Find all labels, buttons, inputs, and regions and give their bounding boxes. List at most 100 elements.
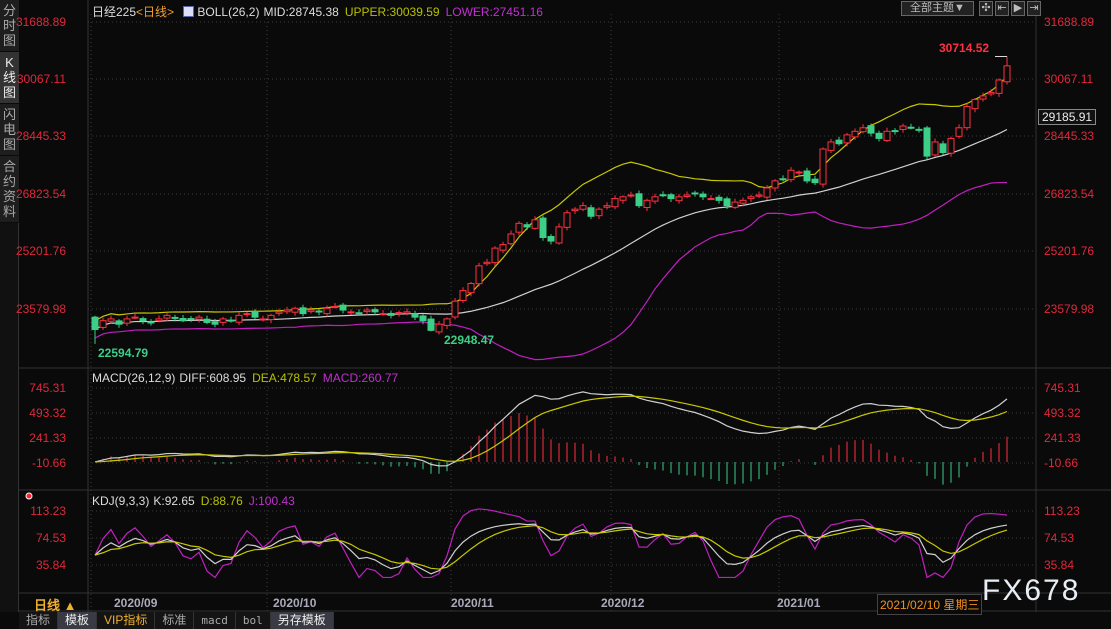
candle-body	[307, 309, 315, 313]
move-right-icon[interactable]: ⇥	[1027, 1, 1041, 16]
macd-diff: DIFF:608.95	[179, 371, 247, 385]
candle-body	[539, 217, 547, 239]
candle-body	[899, 125, 907, 130]
candle-body	[435, 323, 443, 333]
theme-select[interactable]: 全部主题▼	[901, 1, 974, 16]
y-tick: 30067.11	[16, 72, 66, 86]
candle-body	[715, 196, 723, 201]
candle-body	[947, 137, 955, 154]
candle-body	[515, 222, 523, 233]
panel-borders	[19, 0, 1111, 612]
y-tick: 26823.54	[15, 187, 66, 201]
candle-body	[195, 316, 203, 320]
candle-body	[315, 310, 323, 313]
chart-indicator-icon[interactable]	[183, 6, 195, 17]
y-tick-right: 493.32	[1044, 406, 1081, 420]
high-price-label: 30714.52	[939, 41, 990, 55]
candle-body	[323, 307, 331, 315]
zoom-range-icon[interactable]: ⇤	[995, 1, 1009, 16]
candle-body	[139, 318, 147, 322]
y-tick-right: 35.84	[1044, 558, 1075, 572]
candle-body	[883, 130, 891, 141]
candle-body	[763, 187, 771, 198]
y-tick: 241.33	[29, 431, 66, 445]
play-icon[interactable]: ▶	[1011, 1, 1025, 16]
period-label[interactable]: <日线>	[136, 5, 174, 19]
candle-body	[731, 201, 739, 208]
y-tick-right: 31688.89	[1044, 15, 1095, 29]
candle-body	[955, 127, 963, 137]
tab-save-template[interactable]: 另存模板	[270, 612, 334, 629]
candle-body	[747, 196, 755, 199]
candle-body	[995, 79, 1003, 94]
candle-body	[859, 127, 867, 133]
candle-body	[963, 106, 971, 129]
candle-body	[771, 180, 779, 189]
candle-body	[819, 148, 827, 185]
y-tick-right: 28445.33	[1044, 129, 1095, 143]
tab-bol[interactable]: bol	[235, 612, 271, 629]
y-tick-right: 26823.54	[1044, 187, 1095, 201]
y-tick: 745.31	[29, 381, 66, 395]
tab-template[interactable]: 模板	[58, 612, 98, 629]
candle-body	[803, 170, 811, 182]
y-tick-right: -10.66	[1044, 456, 1079, 470]
candle-body	[827, 141, 835, 151]
candle-body	[779, 178, 787, 181]
boll-title: BOLL(26,2)	[197, 5, 260, 19]
candle-body	[867, 125, 875, 134]
candle-body	[835, 139, 843, 145]
chart-canvas[interactable]	[0, 0, 1111, 629]
candle-body	[563, 212, 571, 228]
y-tick-right: 25201.76	[1044, 244, 1095, 258]
candle-body	[147, 321, 155, 324]
candle-body	[251, 311, 259, 318]
candle-body	[635, 193, 643, 207]
candle-body	[299, 307, 307, 315]
candle-body	[411, 313, 419, 318]
boll-mid: MID:28745.38	[263, 5, 339, 19]
candle-body	[627, 194, 635, 197]
crosshair-icon[interactable]: ✣	[979, 1, 993, 16]
candle-body	[723, 198, 731, 207]
candle-body	[155, 318, 163, 322]
candle-body	[875, 132, 883, 139]
candle-body	[507, 233, 515, 245]
grid	[88, 14, 1036, 612]
y-tick-right: 745.31	[1044, 381, 1081, 395]
tab-vip-indicator[interactable]: VIP指标	[97, 612, 156, 629]
candle-body	[707, 198, 715, 201]
low-price-label: 22948.47	[444, 333, 495, 347]
candle-body	[851, 130, 859, 138]
candle-body	[891, 130, 899, 133]
tab-standard[interactable]: 标准	[155, 612, 195, 629]
candle-body	[547, 236, 555, 242]
candle-body	[187, 318, 195, 321]
candle-body	[355, 312, 363, 315]
kdj-j: J:100.43	[248, 494, 295, 508]
candle-body	[691, 192, 699, 195]
candle-body	[971, 98, 979, 110]
x-tick: 2020/10	[273, 596, 317, 610]
y-tick-right: 30067.11	[1044, 72, 1094, 86]
candle-body	[283, 309, 291, 313]
bottom-tabs: 指标 模板 VIP指标 标准 macd bol 另存模板	[19, 612, 334, 629]
indicator-dot-icon[interactable]	[25, 492, 33, 500]
y-tick-right: 241.33	[1044, 431, 1081, 445]
candle-body	[403, 311, 411, 314]
candle-body	[683, 194, 691, 198]
candle-body	[667, 194, 675, 200]
candle-body	[123, 318, 131, 324]
candle-body	[499, 244, 507, 251]
candle-body	[163, 314, 171, 319]
candle-body	[755, 194, 763, 197]
candle-body	[451, 300, 459, 318]
tab-macd[interactable]: macd	[194, 612, 236, 629]
candle-body	[651, 196, 659, 202]
tab-indicator[interactable]: 指标	[19, 612, 59, 629]
y-tick: 23579.98	[15, 302, 66, 316]
candle-body	[699, 193, 707, 198]
candle-body	[363, 309, 371, 313]
y-tick: 35.84	[35, 558, 66, 572]
boll-upper: UPPER:30039.59	[344, 5, 440, 19]
